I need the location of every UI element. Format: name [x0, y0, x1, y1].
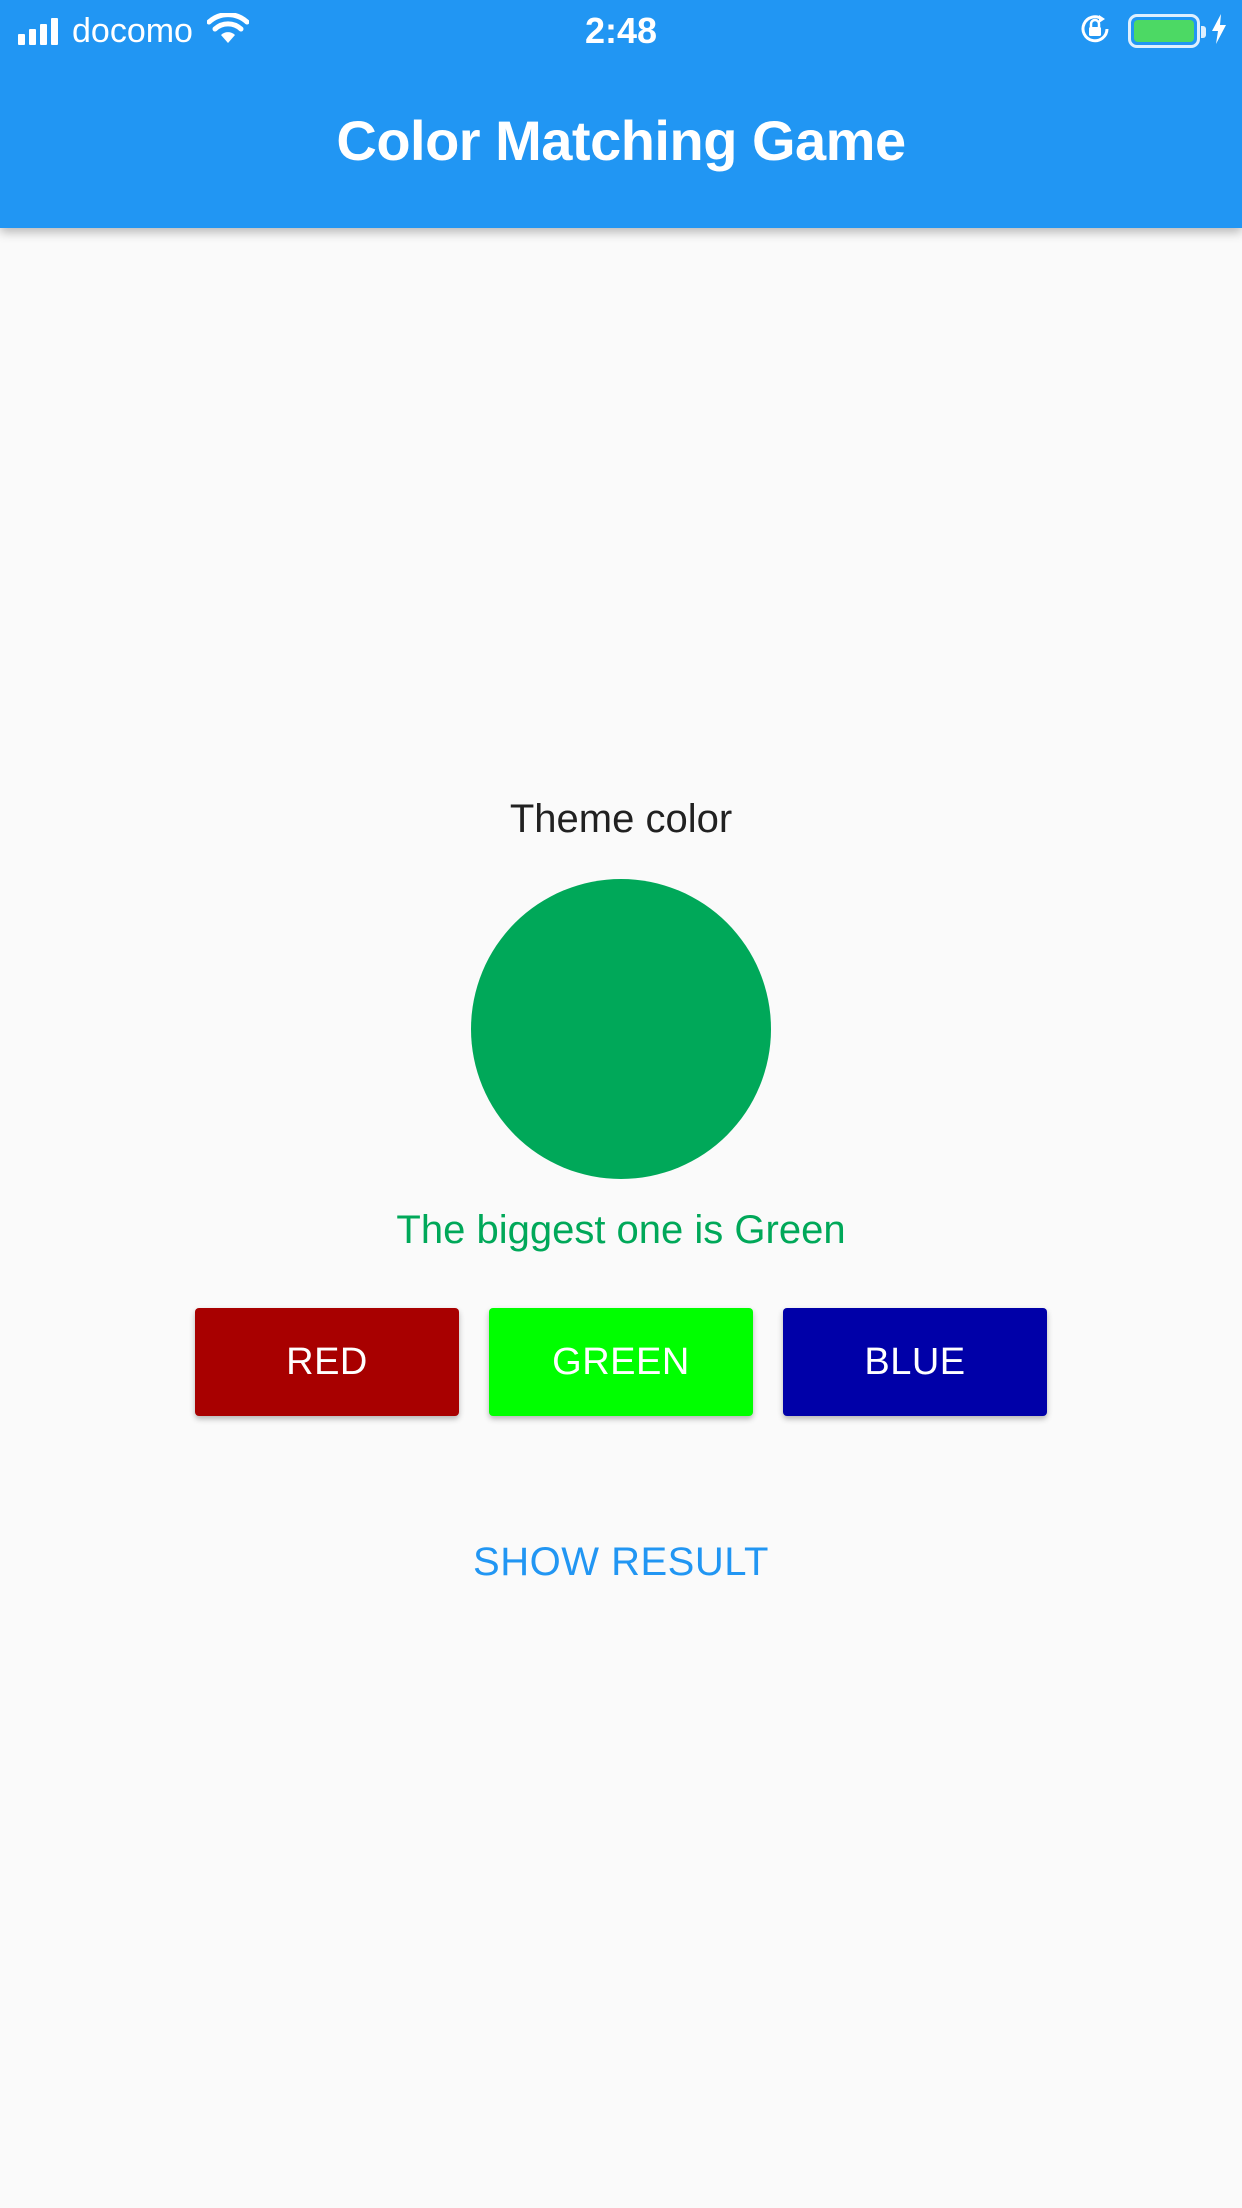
charging-bolt-icon [1210, 13, 1228, 50]
battery-icon [1128, 14, 1206, 48]
theme-color-circle [471, 879, 771, 1179]
app-screen: docomo 2:48 Color Matching Game Theme co… [0, 0, 1242, 2208]
orientation-lock-icon [1078, 12, 1112, 51]
status-bar: docomo 2:48 [0, 0, 1242, 62]
green-button[interactable]: GREEN [489, 1308, 753, 1416]
app-bar: docomo 2:48 Color Matching Game [0, 0, 1242, 228]
blue-button[interactable]: BLUE [783, 1308, 1047, 1416]
page-title: Color Matching Game [336, 109, 906, 172]
color-button-row: RED GREEN BLUE [195, 1308, 1047, 1416]
show-result-button[interactable]: SHOW RESULT [0, 1540, 1242, 1585]
red-button[interactable]: RED [195, 1308, 459, 1416]
status-time: 2:48 [584, 10, 658, 51]
result-message: The biggest one is Green [396, 1208, 846, 1252]
theme-color-label: Theme color [509, 797, 733, 841]
status-right [1078, 12, 1228, 50]
